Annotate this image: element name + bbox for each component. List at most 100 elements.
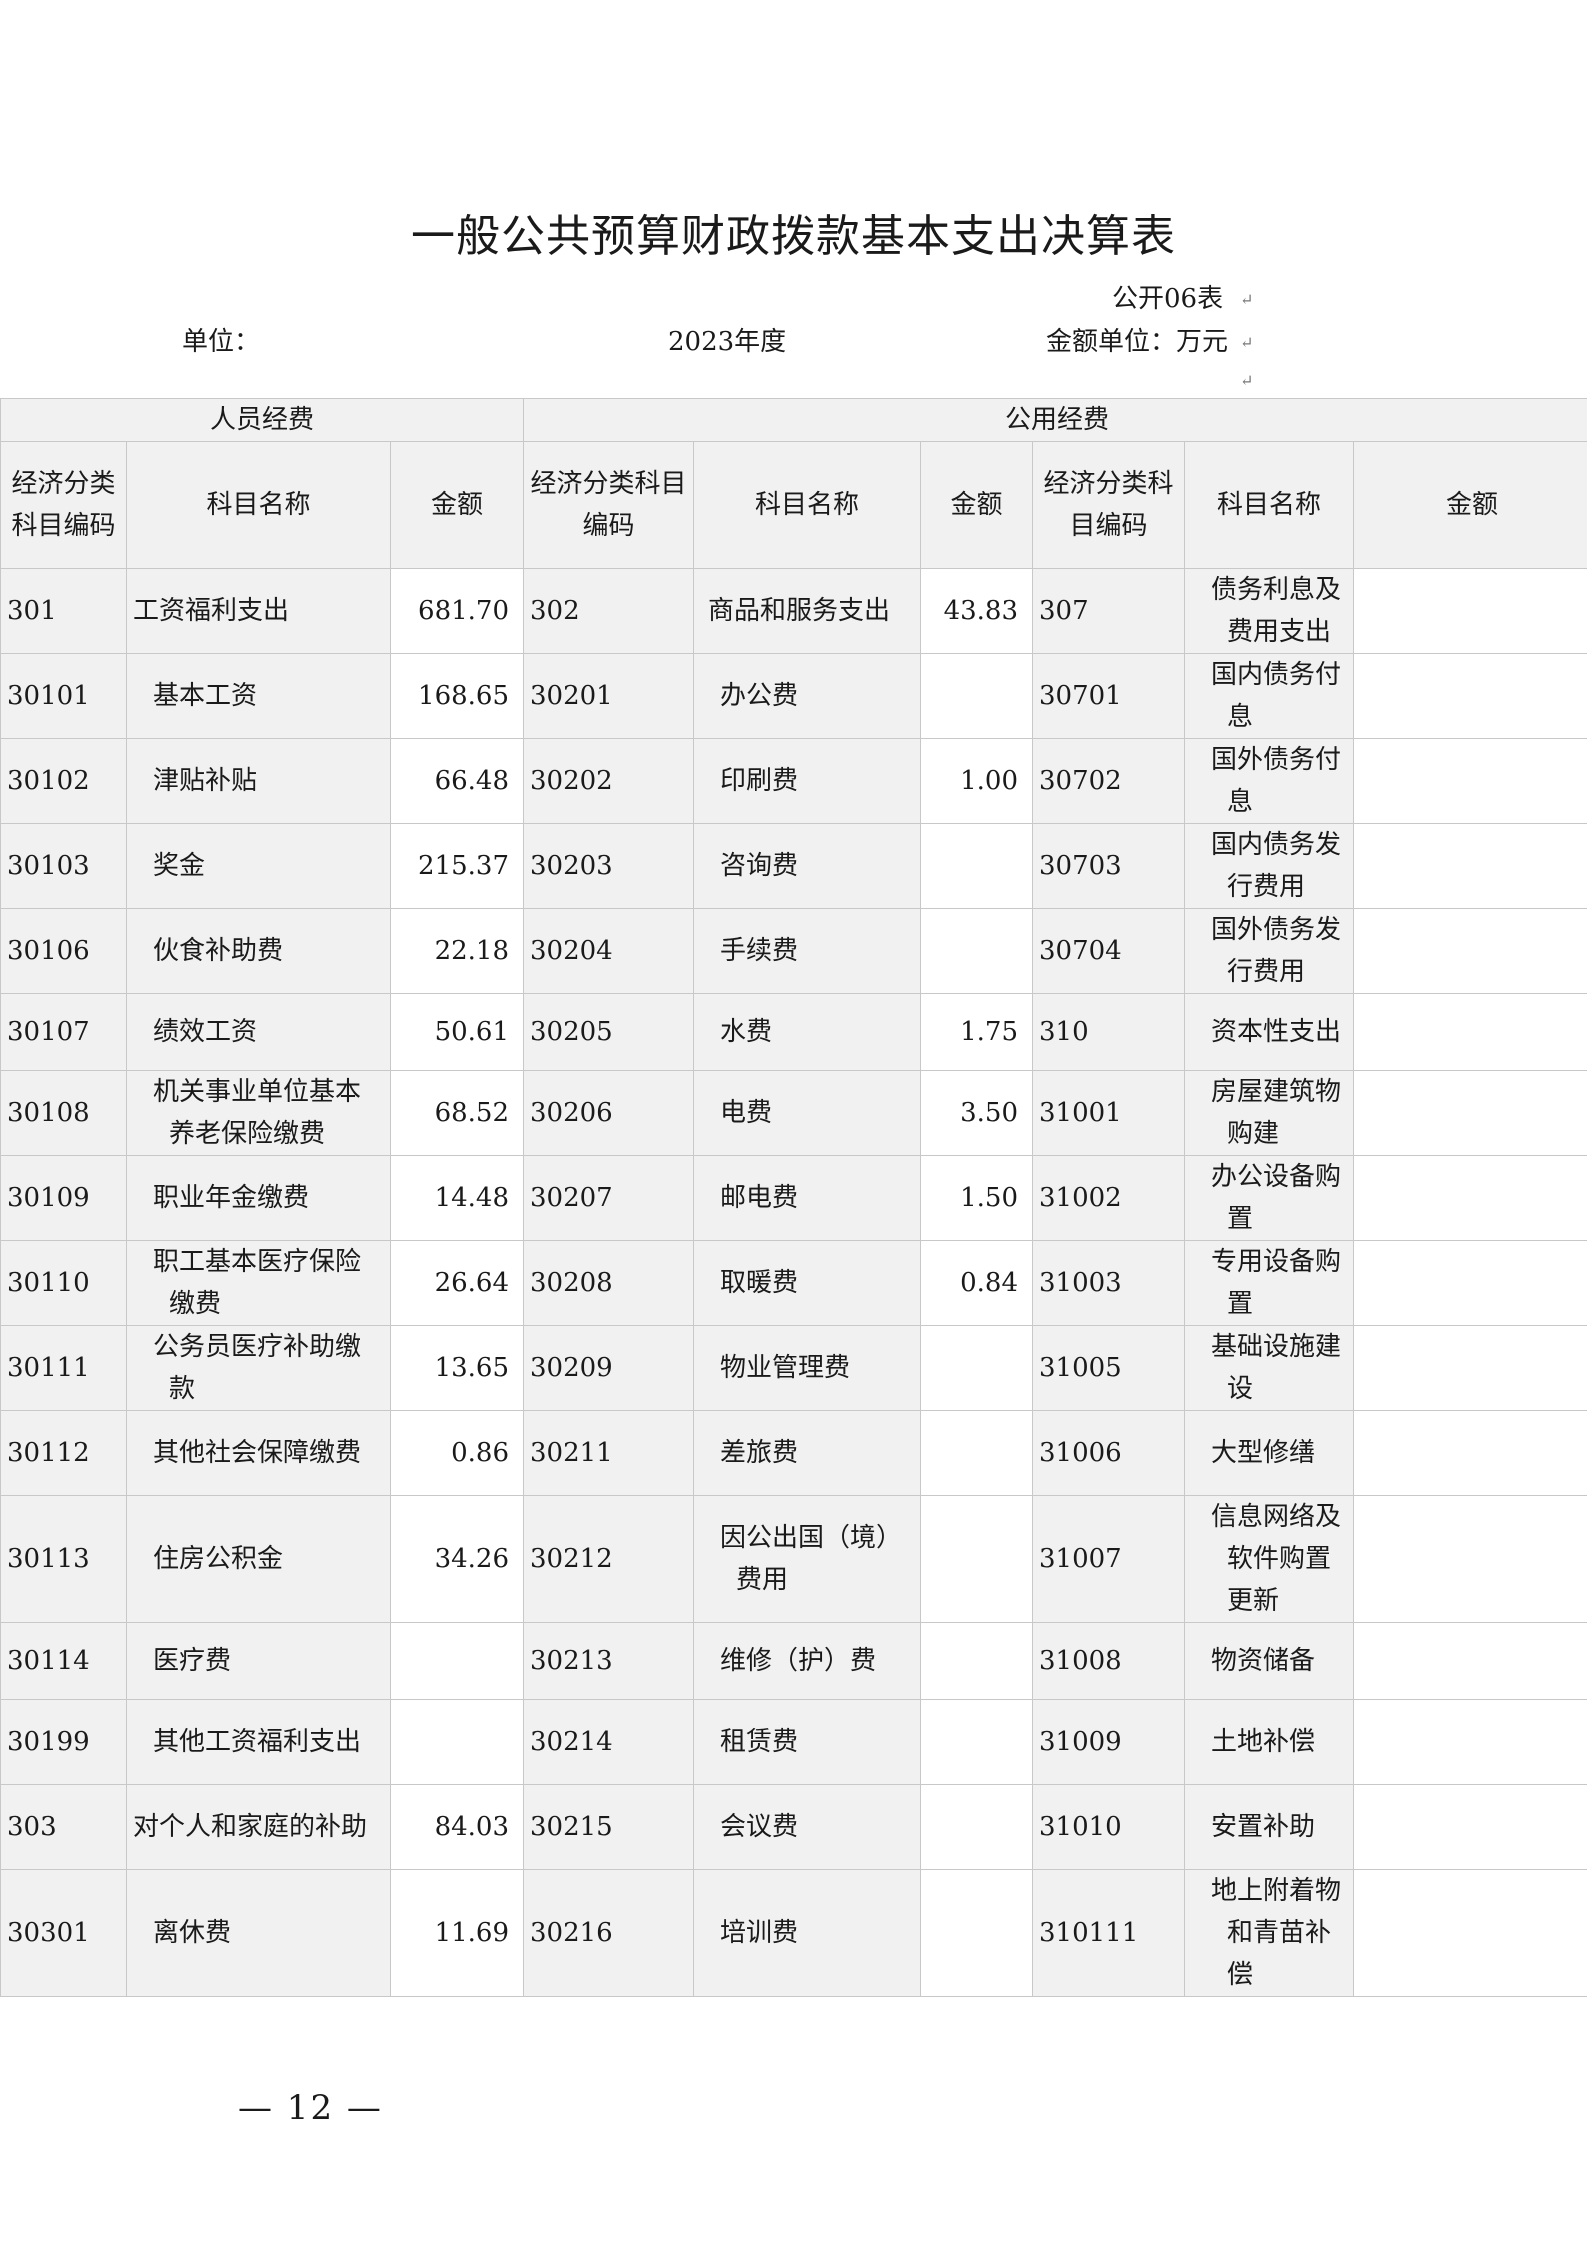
capital-amount [1353,568,1587,654]
table-row: 30107 绩效工资 50.61 30205 水费 1.75 310 资本性支出 [0,993,1587,1071]
capital-amount [1353,1325,1587,1411]
personnel-amount [389,1699,525,1785]
header-code: 经济分类科目编码 [1032,441,1186,569]
capital-item-name: 资本性支出 [1184,993,1355,1071]
capital-item-name: 大型修缮 [1184,1410,1355,1496]
public-code: 30203 [523,823,695,909]
personnel-code: 30109 [0,1155,127,1241]
public-item-name: 办公费 [693,653,922,739]
public-code: 30202 [523,738,695,824]
public-amount [920,908,1034,994]
table-row: 30101 基本工资 168.65 30201 办公费 30701 国内债务付息 [0,653,1587,739]
public-code: 30206 [523,1070,695,1156]
public-code: 30205 [523,993,695,1071]
public-amount [920,1325,1034,1411]
capital-item-name: 安置补助 [1184,1784,1355,1870]
unit-label: 单位： [182,327,261,357]
public-code: 30212 [523,1495,695,1623]
personnel-code: 30111 [0,1325,127,1411]
personnel-item-name: 基本工资 [126,653,391,739]
public-code: 30214 [523,1699,695,1785]
personnel-amount: 66.48 [389,738,525,824]
capital-amount [1353,1622,1587,1700]
public-code: 30201 [523,653,695,739]
capital-code: 31006 [1032,1410,1186,1496]
table-row: 30112 其他社会保障缴费 0.86 30211 差旅费 31006 大型修缮 [0,1410,1587,1496]
page-title: 一般公共预算财政拨款基本支出决算表 [411,211,1176,262]
personnel-amount: 0.86 [389,1410,525,1496]
capital-item-name: 办公设备购置 [1184,1155,1355,1241]
capital-amount [1353,1155,1587,1241]
public-code: 30216 [523,1869,695,1997]
capital-code: 30702 [1032,738,1186,824]
public-item-name: 差旅费 [693,1410,922,1496]
personnel-item-name: 对个人和家庭的补助 [126,1784,391,1870]
table-row: 301 工资福利支出 681.70 302 商品和服务支出 43.83 307 债务利息及费用… [0,568,1587,654]
personnel-code: 30108 [0,1070,127,1156]
capital-amount [1353,1699,1587,1785]
personnel-code: 30101 [0,653,127,739]
capital-code: 31001 [1032,1070,1186,1156]
capital-code: 31009 [1032,1699,1186,1785]
capital-code: 31007 [1032,1495,1186,1623]
capital-code: 31008 [1032,1622,1186,1700]
table-row: 30108 机关事业单位基本养老保险缴费 68.52 30206 电费 3.50 31001… [0,1070,1587,1156]
capital-code: 310111 [1032,1869,1186,1997]
capital-item-name: 房屋建筑物购建 [1184,1070,1355,1156]
header-amount: 金额 [389,441,525,569]
public-amount: 0.84 [920,1240,1034,1326]
capital-amount [1353,738,1587,824]
personnel-amount: 26.64 [389,1240,525,1326]
capital-item-name: 基础设施建设 [1184,1325,1355,1411]
personnel-code: 30112 [0,1410,127,1496]
header-amount: 金额 [1353,441,1587,569]
paragraph-mark-icon: ↵ [1240,290,1254,309]
public-code: 30215 [523,1784,695,1870]
public-code: 30204 [523,908,695,994]
public-amount: 1.75 [920,993,1034,1071]
capital-amount [1353,1240,1587,1326]
public-item-name: 维修（护）费 [693,1622,922,1700]
capital-code: 31002 [1032,1155,1186,1241]
public-amount: 1.00 [920,738,1034,824]
public-item-name: 印刷费 [693,738,922,824]
public-amount [920,1495,1034,1623]
personnel-code: 30106 [0,908,127,994]
public-item-name: 培训费 [693,1869,922,1997]
capital-code: 31005 [1032,1325,1186,1411]
capital-amount [1353,1784,1587,1870]
personnel-code: 30114 [0,1622,127,1700]
personnel-amount: 13.65 [389,1325,525,1411]
table-row: 30113 住房公积金 34.26 30212 因公出国（境）费用 31007 信息网络及软… [0,1495,1587,1623]
table-row: 30102 津贴补贴 66.48 30202 印刷费 1.00 30702 国外债务付息 [0,738,1587,824]
public-amount [920,653,1034,739]
paragraph-mark-icon: ↵ [1240,371,1254,390]
public-item-name: 电费 [693,1070,922,1156]
public-amount [920,823,1034,909]
capital-code: 307 [1032,568,1186,654]
public-code: 302 [523,568,695,654]
personnel-item-name: 其他工资福利支出 [126,1699,391,1785]
personnel-code: 30107 [0,993,127,1071]
public-amount [920,1622,1034,1700]
capital-item-name: 物资储备 [1184,1622,1355,1700]
personnel-item-name: 津贴补贴 [126,738,391,824]
public-amount: 43.83 [920,568,1034,654]
personnel-code: 30103 [0,823,127,909]
public-item-name: 物业管理费 [693,1325,922,1411]
header-code: 经济分类科目编码 [0,441,127,569]
public-code: 30208 [523,1240,695,1326]
personnel-amount: 11.69 [389,1869,525,1997]
public-code: 30207 [523,1155,695,1241]
personnel-code: 301 [0,568,127,654]
capital-code: 30701 [1032,653,1186,739]
public-code: 30209 [523,1325,695,1411]
personnel-code: 30199 [0,1699,127,1785]
capital-item-name: 国外债务发行费用 [1184,908,1355,994]
personnel-amount: 84.03 [389,1784,525,1870]
capital-item-name: 国外债务付息 [1184,738,1355,824]
personnel-item-name: 职工基本医疗保险缴费 [126,1240,391,1326]
personnel-item-name: 公务员医疗补助缴款 [126,1325,391,1411]
table-row: 30199 其他工资福利支出 30214 租赁费 31009 土地补偿 [0,1699,1587,1785]
personnel-code: 30113 [0,1495,127,1623]
